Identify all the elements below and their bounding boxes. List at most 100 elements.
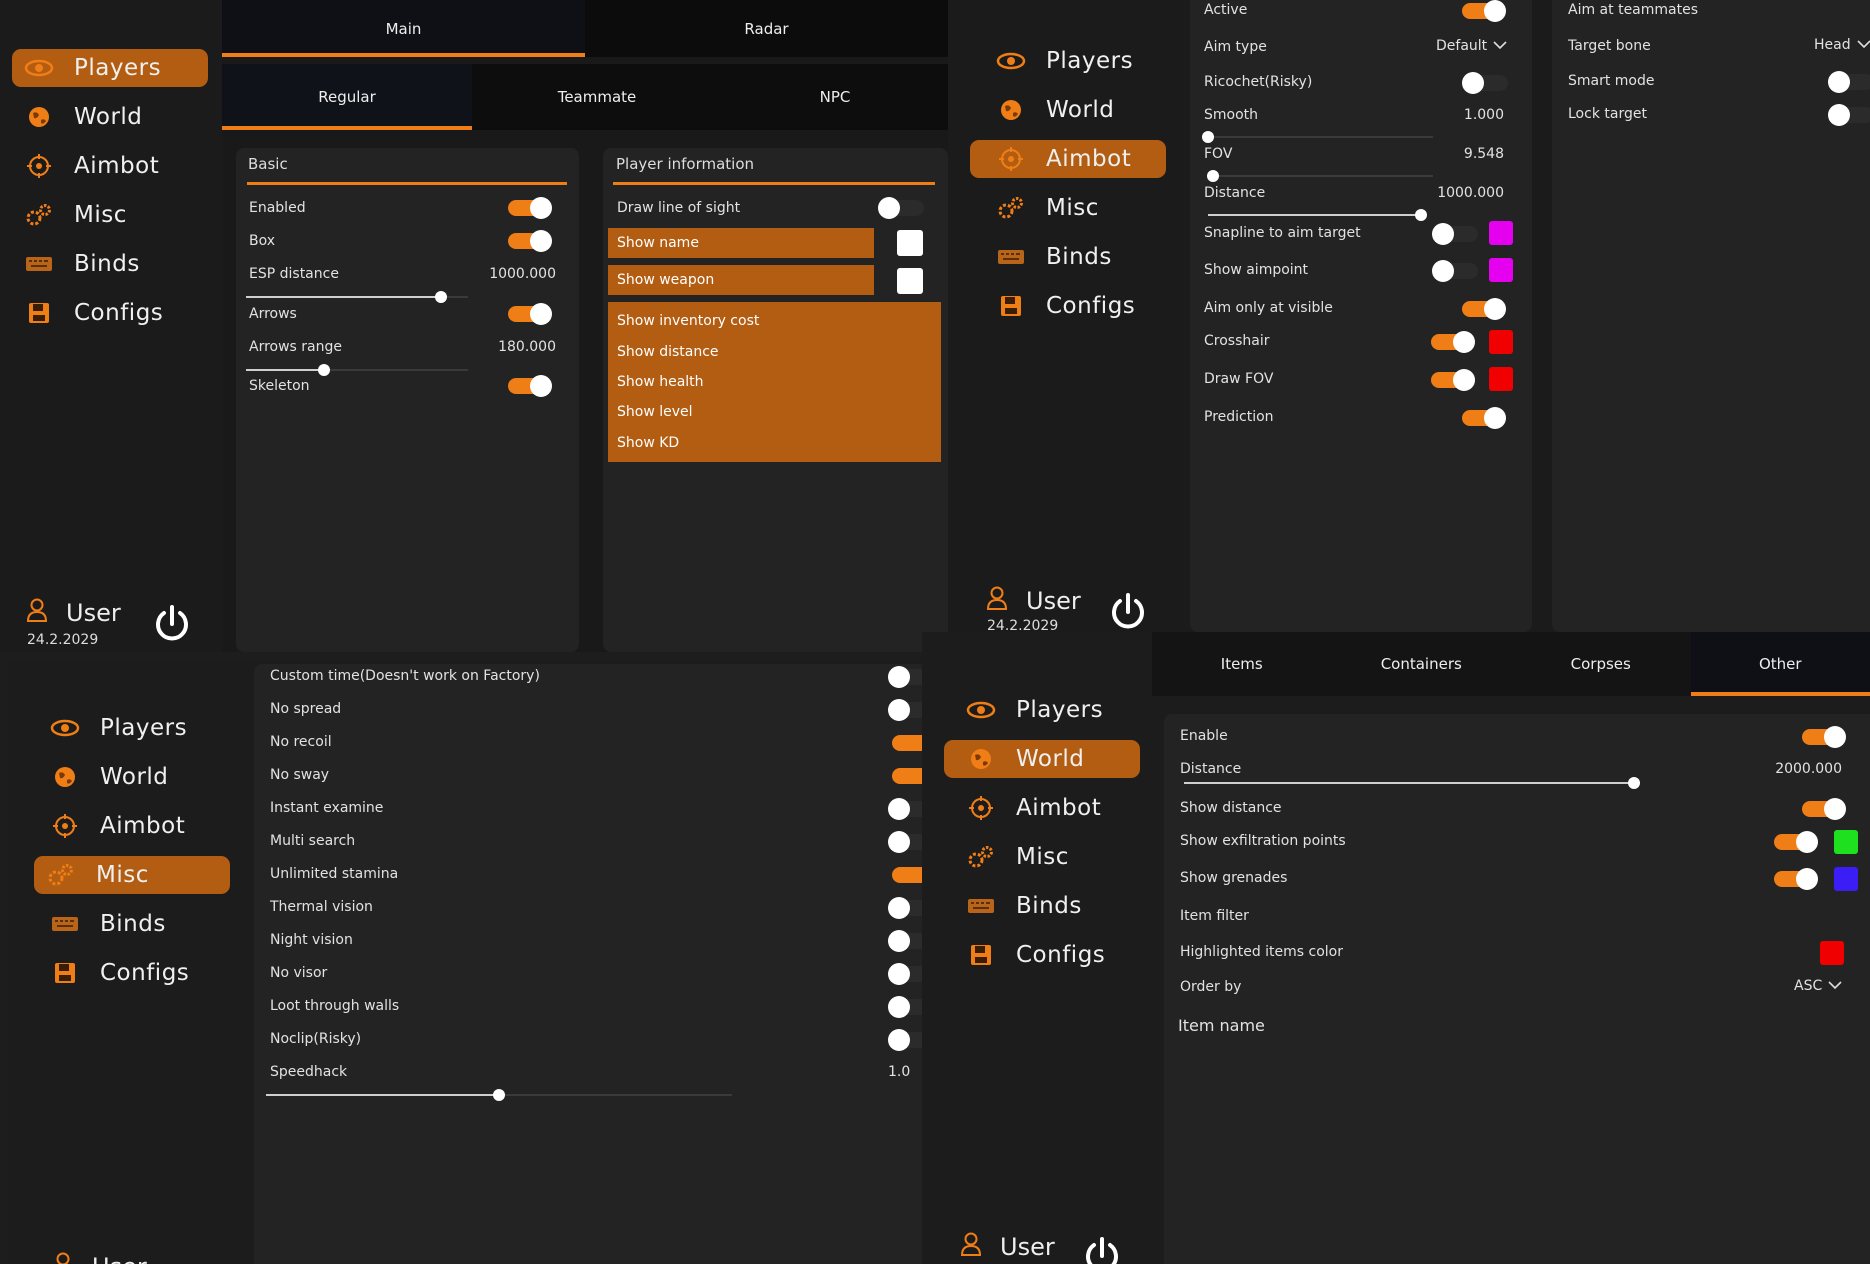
- misc-toggle[interactable]: [888, 930, 922, 952]
- distance-slider[interactable]: [1184, 777, 1640, 789]
- menu-item-binds[interactable]: Binds: [38, 905, 234, 943]
- distance-slider[interactable]: [1208, 209, 1427, 221]
- menu-item-world[interactable]: World: [984, 91, 1184, 129]
- tab-containers[interactable]: Containers: [1331, 632, 1511, 696]
- player-info-list: Show inventory cost Show distance Show h…: [608, 302, 941, 462]
- tab-regular[interactable]: Regular: [222, 64, 472, 130]
- misc-toggle[interactable]: [888, 963, 922, 985]
- power-icon[interactable]: [152, 604, 192, 648]
- menu-item-world[interactable]: World: [38, 758, 234, 796]
- misc-toggle[interactable]: [892, 735, 922, 751]
- arrows-range-slider[interactable]: [246, 364, 468, 376]
- aim-visible-toggle[interactable]: [1462, 298, 1506, 320]
- menu-item-aimbot[interactable]: Aimbot: [970, 140, 1166, 178]
- list-item-distance[interactable]: Show distance: [617, 344, 719, 360]
- show-grenades-toggle[interactable]: [1774, 868, 1818, 890]
- highlight-color-swatch[interactable]: [1820, 941, 1844, 965]
- tab-corpses[interactable]: Corpses: [1511, 632, 1691, 696]
- misc-toggle[interactable]: [888, 666, 922, 688]
- show-weapon-checkbox[interactable]: [897, 268, 923, 294]
- menu-item-aimbot[interactable]: Aimbot: [12, 147, 208, 185]
- menu-item-misc[interactable]: Misc: [984, 189, 1184, 227]
- exfil-color-swatch[interactable]: [1834, 830, 1858, 854]
- misc-toggle[interactable]: [888, 798, 922, 820]
- draw-fov-color-swatch[interactable]: [1489, 367, 1513, 391]
- draw-los-toggle[interactable]: [878, 197, 924, 219]
- show-distance-toggle[interactable]: [1802, 798, 1846, 820]
- tab-other[interactable]: Other: [1690, 632, 1870, 696]
- list-item-kd[interactable]: Show KD: [617, 435, 679, 451]
- menu-item-configs[interactable]: Configs: [38, 954, 234, 992]
- lock-target-toggle[interactable]: [1828, 104, 1870, 126]
- menu-item-misc[interactable]: Misc: [34, 856, 230, 894]
- menu-item-misc[interactable]: Misc: [12, 196, 208, 234]
- draw-fov-toggle[interactable]: [1431, 369, 1475, 391]
- tab-main[interactable]: Main: [222, 0, 585, 57]
- ricochet-toggle[interactable]: [1462, 72, 1508, 94]
- distance-value: 1000.000: [1437, 185, 1504, 201]
- misc-toggle[interactable]: [888, 699, 922, 721]
- menu-item-binds[interactable]: Binds: [984, 238, 1184, 276]
- misc-toggle[interactable]: [888, 1029, 922, 1051]
- grenades-color-swatch[interactable]: [1834, 867, 1858, 891]
- row-ricochet: Ricochet(Risky): [1204, 74, 1313, 90]
- row-enabled: Enabled: [249, 200, 306, 216]
- misc-toggle[interactable]: [892, 768, 922, 784]
- save-icon: [24, 298, 54, 328]
- enabled-toggle[interactable]: [508, 197, 552, 219]
- menu-item-binds[interactable]: Binds: [12, 245, 208, 283]
- crosshair-color-swatch[interactable]: [1489, 330, 1513, 354]
- card-title-basic: Basic: [248, 155, 288, 173]
- show-weapon-item[interactable]: Show weapon: [608, 265, 874, 295]
- skeleton-toggle[interactable]: [508, 375, 552, 397]
- snapline-toggle[interactable]: [1432, 223, 1478, 245]
- menu-item-configs[interactable]: Configs: [12, 294, 208, 332]
- tab-radar[interactable]: Radar: [585, 0, 948, 57]
- menu-item-configs[interactable]: Configs: [954, 936, 1150, 974]
- enable-toggle[interactable]: [1802, 726, 1846, 748]
- menu-item-players[interactable]: Players: [954, 691, 1150, 729]
- snapline-color-swatch[interactable]: [1489, 221, 1513, 245]
- menu-item-aimbot[interactable]: Aimbot: [954, 789, 1150, 827]
- menu-item-world[interactable]: World: [944, 740, 1140, 778]
- misc-toggle[interactable]: [892, 867, 922, 883]
- misc-toggle[interactable]: [888, 996, 922, 1018]
- menu-item-players[interactable]: Players: [38, 709, 234, 747]
- fov-slider[interactable]: [1206, 170, 1433, 182]
- prediction-toggle[interactable]: [1462, 407, 1506, 429]
- aimpoint-color-swatch[interactable]: [1489, 258, 1513, 282]
- list-item-health[interactable]: Show health: [617, 374, 704, 390]
- menu-item-aimbot[interactable]: Aimbot: [38, 807, 234, 845]
- show-exfil-toggle[interactable]: [1774, 831, 1818, 853]
- tab-teammate[interactable]: Teammate: [472, 64, 722, 130]
- target-bone-dropdown[interactable]: Head: [1814, 37, 1870, 53]
- tab-items[interactable]: Items: [1152, 632, 1332, 696]
- menu-item-players[interactable]: Players: [984, 42, 1184, 80]
- list-item-inventory-cost[interactable]: Show inventory cost: [617, 313, 759, 329]
- arrows-toggle[interactable]: [508, 303, 552, 325]
- crosshair-toggle[interactable]: [1431, 331, 1475, 353]
- menu-item-world[interactable]: World: [12, 98, 208, 136]
- menu-item-configs[interactable]: Configs: [984, 287, 1184, 325]
- menu-item-players[interactable]: Players: [12, 49, 208, 87]
- power-icon[interactable]: [1108, 592, 1148, 632]
- smooth-slider[interactable]: [1202, 131, 1433, 143]
- power-icon[interactable]: [1082, 1236, 1122, 1264]
- list-item-level[interactable]: Show level: [617, 404, 693, 420]
- menu-item-binds[interactable]: Binds: [954, 887, 1150, 925]
- smart-mode-toggle[interactable]: [1828, 71, 1870, 93]
- esp-distance-slider[interactable]: [246, 291, 468, 303]
- box-toggle[interactable]: [508, 230, 552, 252]
- show-name-checkbox[interactable]: [897, 230, 923, 256]
- misc-toggle[interactable]: [888, 897, 922, 919]
- tab-npc[interactable]: NPC: [722, 64, 948, 130]
- misc-toggle[interactable]: [888, 831, 922, 853]
- arrows-range-value: 180.000: [498, 339, 556, 355]
- menu-item-misc[interactable]: Misc: [954, 838, 1150, 876]
- active-toggle[interactable]: [1462, 0, 1506, 22]
- show-aimpoint-toggle[interactable]: [1432, 260, 1478, 282]
- order-by-dropdown[interactable]: ASC: [1794, 978, 1842, 994]
- show-name-item[interactable]: Show name: [608, 228, 874, 258]
- aim-type-dropdown[interactable]: Default: [1436, 38, 1507, 54]
- speedhack-slider[interactable]: [266, 1089, 732, 1101]
